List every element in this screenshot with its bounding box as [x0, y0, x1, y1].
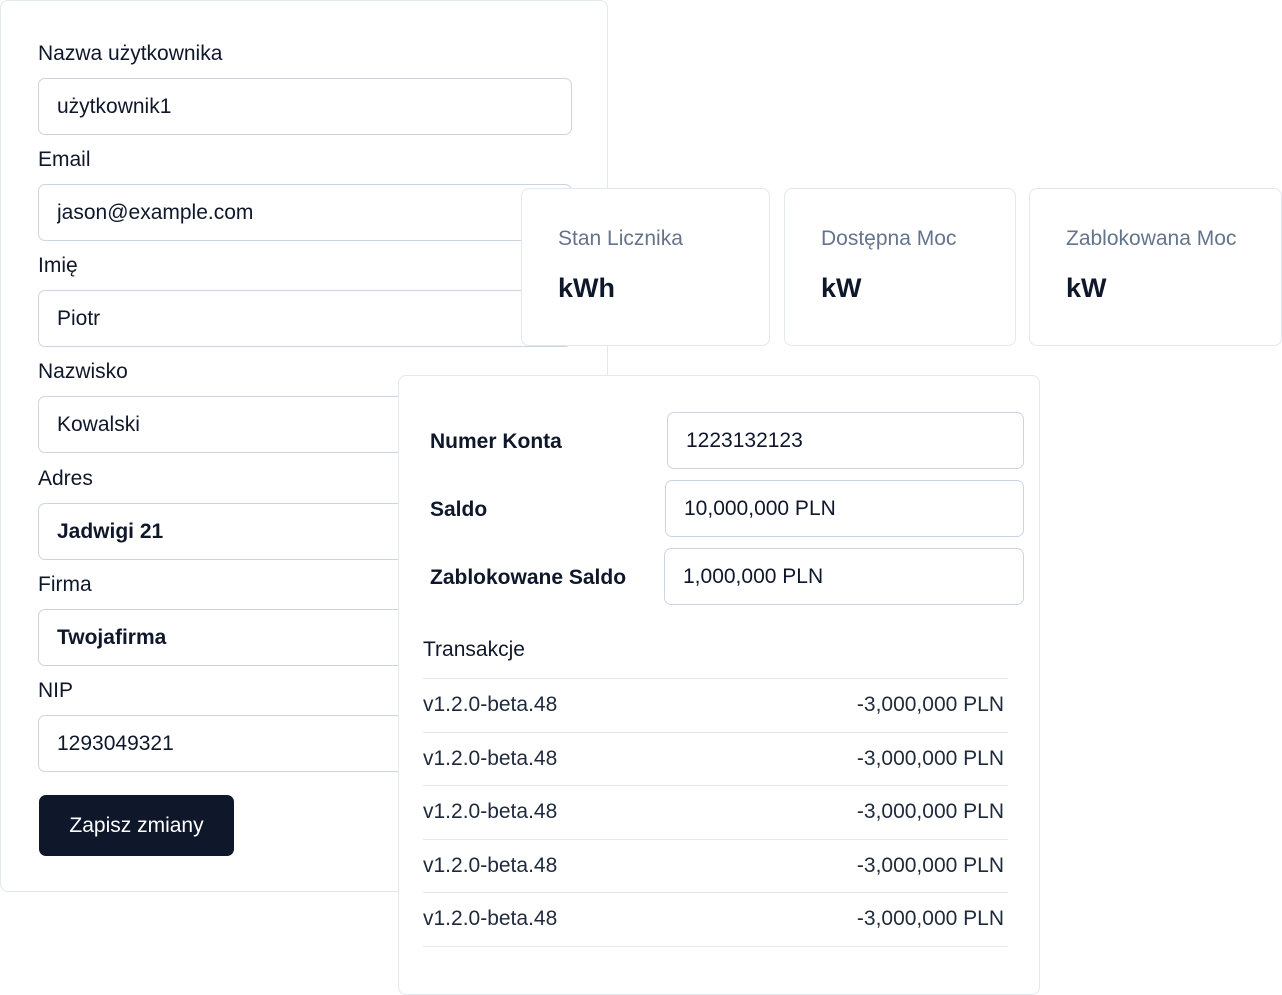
- available-power-unit: kW: [821, 273, 862, 303]
- first-name-input[interactable]: [38, 290, 572, 347]
- transaction-amount: -3,000,000 PLN: [856, 693, 1004, 717]
- email-input[interactable]: [38, 184, 572, 241]
- save-changes-button[interactable]: Zapisz zmiany: [39, 795, 234, 856]
- email-label: Email: [38, 148, 91, 171]
- transaction-name: v1.2.0-beta.48: [423, 907, 558, 931]
- transaction-amount: -3,000,000 PLN: [856, 907, 1004, 931]
- username-label: Nazwa użytkownika: [38, 42, 223, 65]
- transaction-name: v1.2.0-beta.48: [423, 800, 558, 824]
- account-card: Numer Konta Saldo Zablokowane Saldo Tran…: [398, 375, 1040, 995]
- transactions-list: v1.2.0-beta.48 -3,000,000 PLN v1.2.0-bet…: [423, 678, 1008, 947]
- transaction-amount: -3,000,000 PLN: [856, 800, 1004, 824]
- first-name-label: Imię: [38, 254, 78, 277]
- transaction-name: v1.2.0-beta.48: [423, 746, 558, 770]
- transaction-name: v1.2.0-beta.48: [423, 853, 558, 877]
- transaction-name: v1.2.0-beta.48: [423, 693, 558, 717]
- transaction-row[interactable]: v1.2.0-beta.48 -3,000,000 PLN: [423, 733, 1008, 786]
- blocked-power-label: Zablokowana Moc: [1066, 227, 1237, 250]
- meter-reading-card: Stan Licznika kWh: [521, 188, 770, 346]
- transaction-amount: -3,000,000 PLN: [856, 746, 1004, 770]
- available-power-card: Dostępna Moc kW: [784, 188, 1016, 346]
- transactions-heading: Transakcje: [423, 638, 525, 661]
- balance-input[interactable]: [665, 480, 1024, 537]
- email-field: Email: [38, 147, 572, 241]
- transaction-row[interactable]: v1.2.0-beta.48 -3,000,000 PLN: [423, 840, 1008, 893]
- first-name-field: Imię: [38, 253, 572, 347]
- account-number-label: Numer Konta: [430, 430, 562, 453]
- account-number-input[interactable]: [667, 412, 1024, 469]
- meter-reading-label: Stan Licznika: [558, 227, 683, 250]
- blocked-power-unit: kW: [1066, 273, 1107, 303]
- transaction-amount: -3,000,000 PLN: [856, 853, 1004, 877]
- balance-label: Saldo: [430, 498, 488, 521]
- available-power-label: Dostępna Moc: [821, 227, 957, 250]
- transaction-row[interactable]: v1.2.0-beta.48 -3,000,000 PLN: [423, 786, 1008, 840]
- transaction-row[interactable]: v1.2.0-beta.48 -3,000,000 PLN: [423, 679, 1008, 733]
- blocked-power-card: Zablokowana Moc kW: [1029, 188, 1282, 346]
- transaction-row[interactable]: v1.2.0-beta.48 -3,000,000 PLN: [423, 893, 1008, 947]
- username-field: Nazwa użytkownika: [38, 41, 572, 135]
- username-input[interactable]: [38, 78, 572, 135]
- blocked-balance-input[interactable]: [664, 548, 1024, 605]
- meter-reading-unit: kWh: [558, 273, 615, 303]
- blocked-balance-label: Zablokowane Saldo: [430, 566, 627, 589]
